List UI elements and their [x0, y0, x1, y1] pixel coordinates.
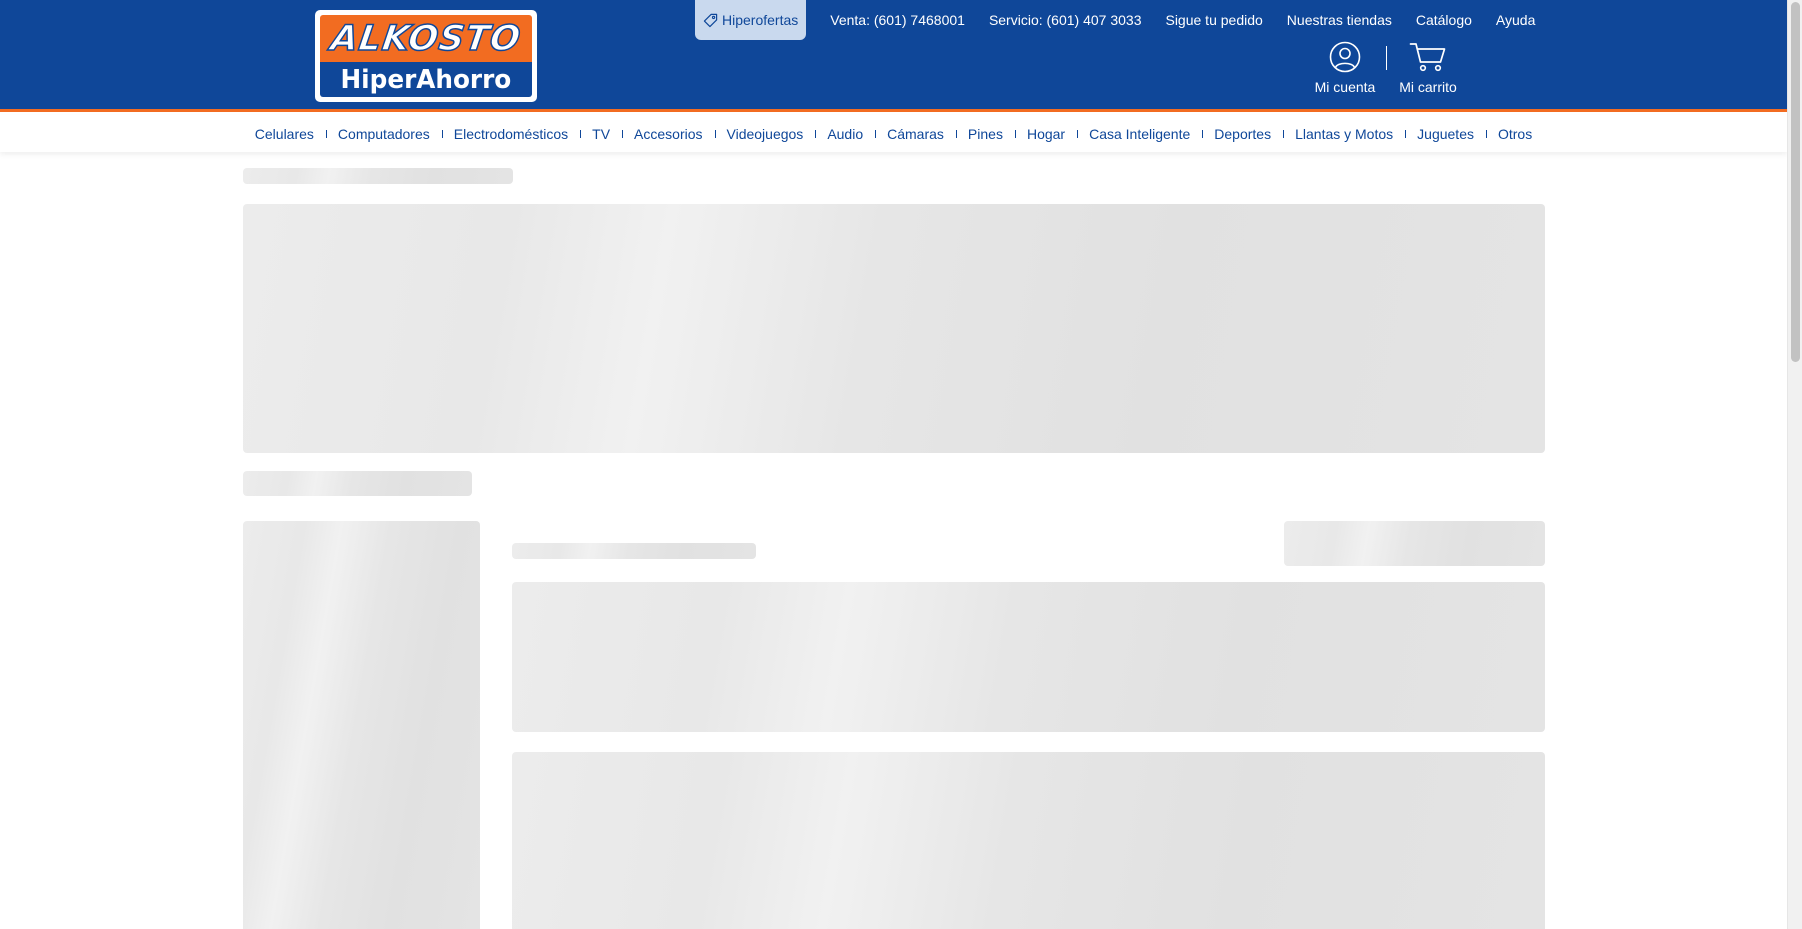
- cart-button[interactable]: Mi carrito: [1392, 40, 1464, 95]
- page: ALKOSTO HiperAhorro Hiperofertas Venta: …: [0, 0, 1802, 929]
- category-llantas-y-motos[interactable]: Llantas y Motos: [1283, 126, 1405, 142]
- category-casa-inteligente[interactable]: Casa Inteligente: [1077, 126, 1202, 142]
- product-card-placeholder: [512, 582, 1545, 732]
- category-juguetes[interactable]: Juguetes: [1405, 126, 1486, 142]
- site-header: ALKOSTO HiperAhorro Hiperofertas Venta: …: [0, 0, 1787, 112]
- user-circle-icon: [1329, 41, 1361, 73]
- sales-phone-link[interactable]: Venta: (601) 7468001: [830, 12, 965, 28]
- breadcrumb-placeholder: [243, 168, 513, 184]
- category-computadores[interactable]: Computadores: [325, 126, 442, 142]
- category-accesorios[interactable]: Accesorios: [622, 126, 714, 142]
- logo-tagline-text: HiperAhorro: [340, 64, 512, 95]
- logo-brand-text: ALKOSTO: [328, 18, 525, 60]
- category-nav: Celulares Computadores Electrodomésticos…: [0, 115, 1787, 152]
- scrollbar-thumb[interactable]: [1791, 2, 1800, 362]
- account-label: Mi cuenta: [1314, 79, 1376, 95]
- category-audio[interactable]: Audio: [815, 126, 875, 142]
- category-deportes[interactable]: Deportes: [1202, 126, 1283, 142]
- help-link[interactable]: Ayuda: [1496, 12, 1535, 28]
- cart-icon: [1409, 43, 1446, 72]
- banner-placeholder: [243, 204, 1545, 453]
- stores-link[interactable]: Nuestras tiendas: [1287, 12, 1392, 28]
- hiperofertas-label: Hiperofertas: [722, 12, 799, 28]
- page-scrollbar[interactable]: [1787, 0, 1802, 929]
- product-card-placeholder: [512, 752, 1545, 929]
- service-phone-link[interactable]: Servicio: (601) 407 3033: [989, 12, 1142, 28]
- account-button[interactable]: Mi cuenta: [1310, 40, 1380, 95]
- category-otros[interactable]: Otros: [1485, 126, 1544, 142]
- title-placeholder: [243, 471, 472, 496]
- filters-sidebar-placeholder: [243, 521, 480, 929]
- logo-mark: ALKOSTO HiperAhorro: [320, 15, 532, 97]
- sort-dropdown-placeholder: [1284, 521, 1545, 566]
- account-cart-divider: [1386, 46, 1387, 70]
- category-electrodomesticos[interactable]: Electrodomésticos: [441, 126, 580, 142]
- results-count-placeholder: [512, 543, 756, 559]
- tag-icon: [703, 13, 718, 27]
- cart-label: Mi carrito: [1399, 79, 1457, 95]
- alkosto-logo[interactable]: ALKOSTO HiperAhorro: [315, 10, 537, 102]
- category-videojuegos[interactable]: Videojuegos: [714, 126, 816, 142]
- track-order-link[interactable]: Sigue tu pedido: [1165, 12, 1262, 28]
- category-camaras[interactable]: Cámaras: [875, 126, 956, 142]
- hiperofertas-link[interactable]: Hiperofertas: [695, 0, 807, 40]
- category-tv[interactable]: TV: [580, 126, 622, 142]
- category-pines[interactable]: Pines: [955, 126, 1015, 142]
- category-celulares[interactable]: Celulares: [243, 126, 326, 142]
- catalog-link[interactable]: Catálogo: [1416, 12, 1472, 28]
- category-hogar[interactable]: Hogar: [1014, 126, 1077, 142]
- utility-nav: Hiperofertas Venta: (601) 7468001 Servic…: [695, 0, 1535, 40]
